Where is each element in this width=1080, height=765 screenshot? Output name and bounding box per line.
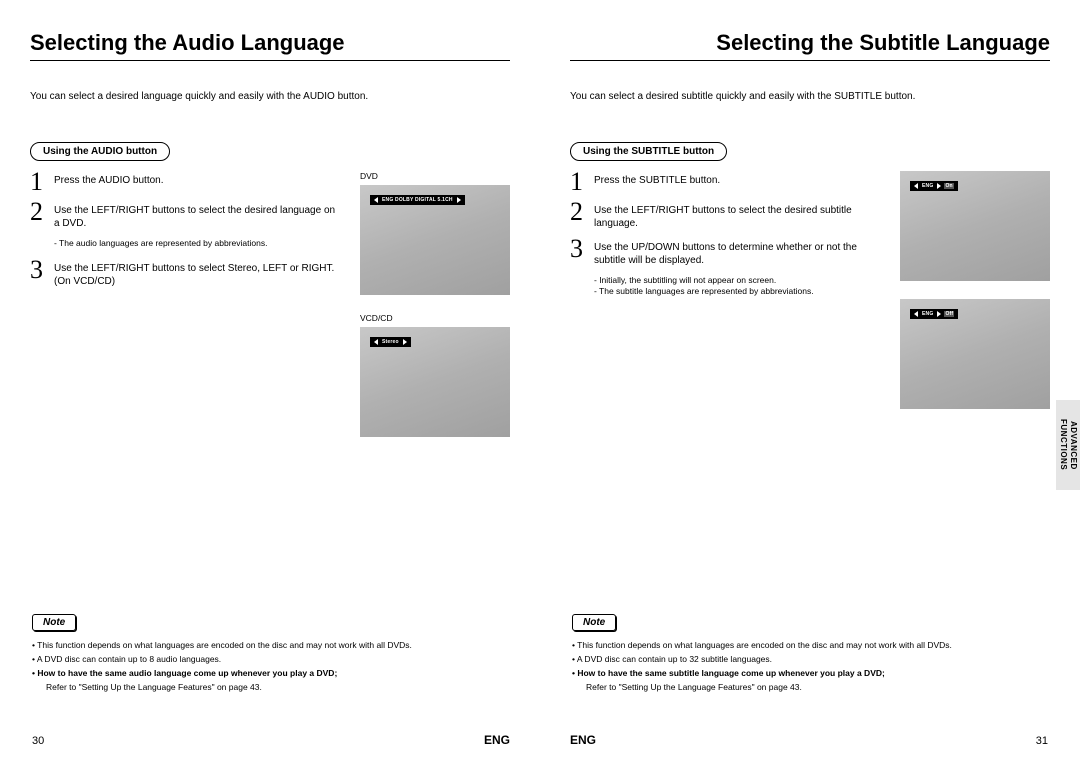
page-number: 31 (1036, 735, 1048, 747)
step-3: 3 Use the UP/DOWN buttons to determine w… (570, 238, 882, 267)
note-block: Note • This function depends on what lan… (572, 614, 1050, 695)
page-spread: Selecting the Audio Language You can sel… (0, 0, 1080, 765)
page-lang: ENG (570, 733, 596, 747)
figure-label-dvd: DVD (360, 171, 510, 181)
page-left: Selecting the Audio Language You can sel… (0, 0, 540, 765)
page-title: Selecting the Audio Language (30, 30, 510, 61)
page-lang: ENG (484, 733, 510, 747)
step-number: 3 (30, 259, 48, 288)
step-number: 1 (570, 171, 588, 193)
screen-subtitle-on: ENG On (900, 171, 1050, 281)
step-text: Press the SUBTITLE button. (594, 171, 720, 193)
step-1: 1 Press the SUBTITLE button. (570, 171, 882, 193)
figures-column: ENG On ENG Off (900, 171, 1050, 427)
screen-vcd: Stereo (360, 327, 510, 437)
arrow-left-icon (374, 197, 378, 203)
step-number: 2 (570, 201, 588, 230)
osd-text: ENG (921, 311, 934, 317)
arrow-left-icon (914, 311, 918, 317)
note-list: • This function depends on what language… (572, 639, 1050, 693)
step-text: Use the LEFT/RIGHT buttons to select the… (594, 201, 882, 230)
screen-subtitle-off: ENG Off (900, 299, 1050, 409)
note-label: Note (572, 614, 616, 631)
step-3: 3 Use the LEFT/RIGHT buttons to select S… (30, 259, 342, 288)
arrow-left-icon (374, 339, 378, 345)
step-text: Press the AUDIO button. (54, 171, 164, 193)
note-list: • This function depends on what language… (32, 639, 510, 693)
step-subnote: - The audio languages are represented by… (54, 238, 342, 249)
step-2: 2 Use the LEFT/RIGHT buttons to select t… (570, 201, 882, 230)
page-right: Selecting the Subtitle Language You can … (540, 0, 1080, 765)
figure-label-vcd: VCD/CD (360, 313, 510, 323)
section-side-tab: ADVANCED FUNCTIONS (1056, 400, 1080, 490)
osd-bar-off: ENG Off (910, 309, 958, 319)
osd-bar-dvd: ENG DOLBY DIGITAL 5.1CH (370, 195, 465, 205)
intro-text: You can select a desired subtitle quickl… (570, 91, 1050, 102)
figures-column: DVD ENG DOLBY DIGITAL 5.1CH VCD/CD Stere… (360, 171, 510, 455)
note-item-bold: • How to have the same subtitle language… (572, 667, 1050, 679)
subnote-line: - The audio languages are represented by… (54, 238, 342, 249)
arrow-right-icon (937, 183, 941, 189)
arrow-right-icon (457, 197, 461, 203)
osd-state: On (944, 183, 953, 189)
osd-text: ENG DOLBY DIGITAL 5.1CH (381, 197, 454, 203)
screen-dvd: ENG DOLBY DIGITAL 5.1CH (360, 185, 510, 295)
step-text: Use the LEFT/RIGHT buttons to select the… (54, 201, 342, 230)
note-item: • This function depends on what language… (572, 639, 1050, 651)
arrow-right-icon (937, 311, 941, 317)
note-item: • A DVD disc can contain up to 32 subtit… (572, 653, 1050, 665)
osd-bar-vcd: Stereo (370, 337, 411, 347)
note-label: Note (32, 614, 76, 631)
note-item: • This function depends on what language… (32, 639, 510, 651)
step-text: Use the UP/DOWN buttons to determine whe… (594, 238, 882, 267)
intro-text: You can select a desired language quickl… (30, 91, 510, 102)
section-pill-audio: Using the AUDIO button (30, 142, 170, 161)
steps-column: 1 Press the AUDIO button. 2 Use the LEFT… (30, 171, 342, 455)
side-tab-text: ADVANCED FUNCTIONS (1058, 400, 1078, 490)
note-item: • A DVD disc can contain up to 8 audio l… (32, 653, 510, 665)
osd-bar-on: ENG On (910, 181, 958, 191)
note-item-sub: Refer to "Setting Up the Language Featur… (572, 681, 1050, 693)
page-number: 30 (32, 735, 44, 747)
step-text: Use the LEFT/RIGHT buttons to select Ste… (54, 259, 342, 288)
step-number: 2 (30, 201, 48, 230)
arrow-left-icon (914, 183, 918, 189)
step-number: 3 (570, 238, 588, 267)
note-item-bold: • How to have the same audio language co… (32, 667, 510, 679)
osd-text: ENG (921, 183, 934, 189)
step-1: 1 Press the AUDIO button. (30, 171, 342, 193)
step-number: 1 (30, 171, 48, 193)
step-subnote: - Initially, the subtitling will not app… (594, 275, 882, 297)
arrow-right-icon (403, 339, 407, 345)
note-item-sub: Refer to "Setting Up the Language Featur… (32, 681, 510, 693)
content-columns: 1 Press the SUBTITLE button. 2 Use the L… (570, 171, 1050, 427)
subnote-line: - Initially, the subtitling will not app… (594, 275, 882, 286)
note-block: Note • This function depends on what lan… (32, 614, 510, 695)
step-2: 2 Use the LEFT/RIGHT buttons to select t… (30, 201, 342, 230)
section-pill-subtitle: Using the SUBTITLE button (570, 142, 727, 161)
page-title: Selecting the Subtitle Language (570, 30, 1050, 61)
subnote-line: - The subtitle languages are represented… (594, 286, 882, 297)
osd-state: Off (944, 311, 954, 317)
content-columns: 1 Press the AUDIO button. 2 Use the LEFT… (30, 171, 510, 455)
steps-column: 1 Press the SUBTITLE button. 2 Use the L… (570, 171, 882, 427)
osd-text: Stereo (381, 339, 400, 345)
